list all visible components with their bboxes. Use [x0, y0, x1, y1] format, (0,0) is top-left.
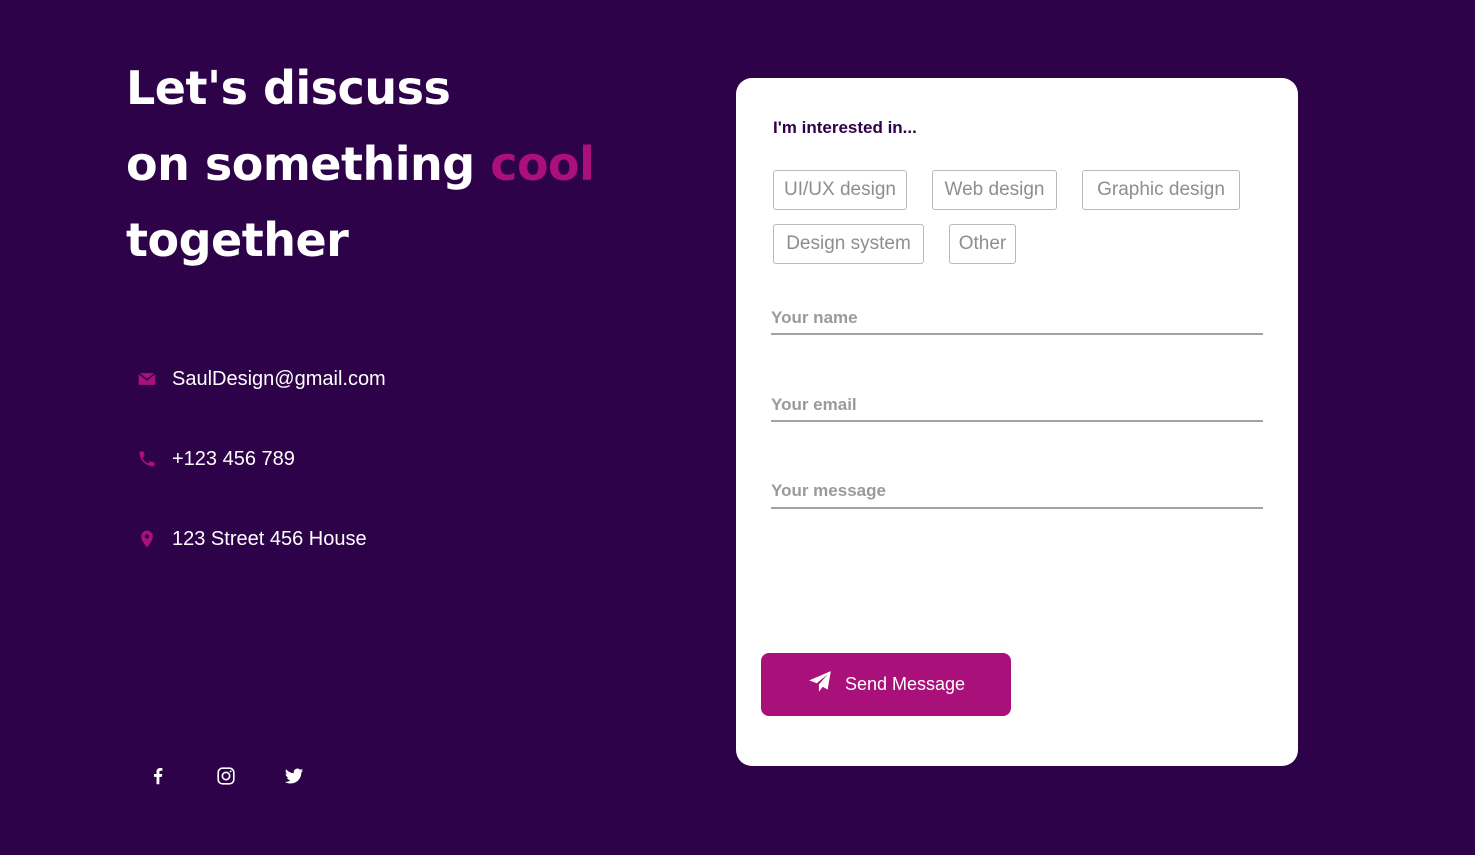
- contact-list: SaulDesign@gmail.com +123 456 789 123 St…: [136, 360, 386, 600]
- interest-chip-uiux[interactable]: UI/UX design: [773, 170, 907, 210]
- contact-email[interactable]: SaulDesign@gmail.com: [136, 360, 386, 440]
- interest-chip-other[interactable]: Other: [949, 224, 1016, 264]
- instagram-link[interactable]: [214, 766, 238, 790]
- map-pin-icon: [136, 528, 158, 550]
- contact-form: I'm interested in... UI/UX design Web de…: [736, 78, 1298, 766]
- headline-line-2: on something cool: [126, 126, 595, 202]
- contact-address[interactable]: 123 Street 456 House: [136, 520, 386, 600]
- headline-line-1: Let's discuss: [126, 61, 451, 115]
- interest-label: I'm interested in...: [773, 118, 917, 137]
- contact-phone[interactable]: +123 456 789: [136, 440, 386, 520]
- facebook-link[interactable]: [146, 766, 170, 790]
- headline-line-2-text: on something: [126, 137, 475, 191]
- envelope-icon: [136, 368, 158, 390]
- message-input[interactable]: [771, 477, 1263, 509]
- interest-chip-web-design[interactable]: Web design: [932, 170, 1057, 210]
- name-input[interactable]: [771, 303, 1263, 335]
- social-links: [146, 766, 306, 790]
- page-title: Let's discuss on something cool together: [126, 50, 595, 278]
- contact-phone-text: +123 456 789: [172, 448, 295, 470]
- email-input[interactable]: [771, 390, 1263, 422]
- instagram-icon: [215, 765, 237, 792]
- twitter-link[interactable]: [282, 766, 306, 790]
- twitter-icon: [283, 765, 305, 792]
- interest-chip-design-system[interactable]: Design system: [773, 224, 924, 264]
- phone-icon: [136, 448, 158, 470]
- headline-accent-word: cool: [490, 137, 595, 191]
- facebook-icon: [147, 765, 169, 792]
- contact-address-text: 123 Street 456 House: [172, 528, 367, 550]
- send-message-button[interactable]: Send Message: [761, 653, 1011, 716]
- interest-chip-graphic-design[interactable]: Graphic design: [1082, 170, 1240, 210]
- send-message-label: Send Message: [844, 674, 966, 694]
- contact-email-text: SaulDesign@gmail.com: [172, 368, 386, 390]
- paper-plane-icon: [807, 669, 833, 700]
- headline-line-3: together: [126, 213, 349, 267]
